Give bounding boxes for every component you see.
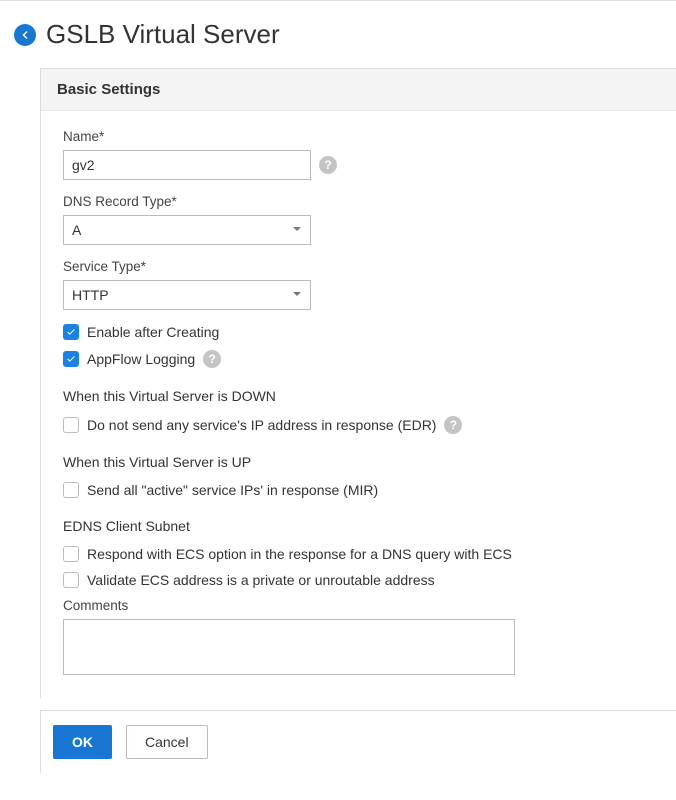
dns-record-type-label: DNS Record Type* — [63, 194, 654, 209]
page-title: GSLB Virtual Server — [46, 19, 280, 50]
edr-checkbox[interactable] — [63, 417, 79, 433]
name-label: Name* — [63, 129, 654, 144]
panel-header: Basic Settings — [41, 69, 676, 111]
service-type-label: Service Type* — [63, 259, 654, 274]
back-icon[interactable] — [14, 24, 36, 46]
ecs-respond-label: Respond with ECS option in the response … — [87, 546, 512, 562]
enable-after-creating-checkbox[interactable] — [63, 324, 79, 340]
ecs-validate-checkbox[interactable] — [63, 572, 79, 588]
dns-record-type-select[interactable]: A — [63, 215, 311, 245]
edr-label: Do not send any service's IP address in … — [87, 417, 436, 433]
mir-checkbox[interactable] — [63, 482, 79, 498]
edns-section-label: EDNS Client Subnet — [63, 518, 654, 534]
ecs-respond-checkbox[interactable] — [63, 546, 79, 562]
down-section-label: When this Virtual Server is DOWN — [63, 388, 654, 404]
help-icon[interactable]: ? — [203, 350, 221, 368]
service-type-select[interactable]: HTTP — [63, 280, 311, 310]
basic-settings-panel: Basic Settings Name* ? DNS Record Type* … — [40, 68, 676, 698]
mir-label: Send all "active" service IPs' in respon… — [87, 482, 378, 498]
panel-title: Basic Settings — [57, 81, 660, 98]
button-row: OK Cancel — [40, 710, 676, 773]
appflow-logging-checkbox[interactable] — [63, 351, 79, 367]
ecs-validate-label: Validate ECS address is a private or unr… — [87, 572, 435, 588]
help-icon[interactable]: ? — [319, 156, 337, 174]
up-section-label: When this Virtual Server is UP — [63, 454, 654, 470]
ok-button[interactable]: OK — [53, 725, 112, 759]
help-icon[interactable]: ? — [444, 416, 462, 434]
enable-after-creating-label: Enable after Creating — [87, 324, 219, 340]
comments-textarea[interactable] — [63, 619, 515, 675]
comments-label: Comments — [63, 598, 654, 613]
name-input[interactable] — [63, 150, 311, 180]
page-header: GSLB Virtual Server — [0, 1, 676, 68]
appflow-logging-label: AppFlow Logging — [87, 351, 195, 367]
cancel-button[interactable]: Cancel — [126, 725, 208, 759]
